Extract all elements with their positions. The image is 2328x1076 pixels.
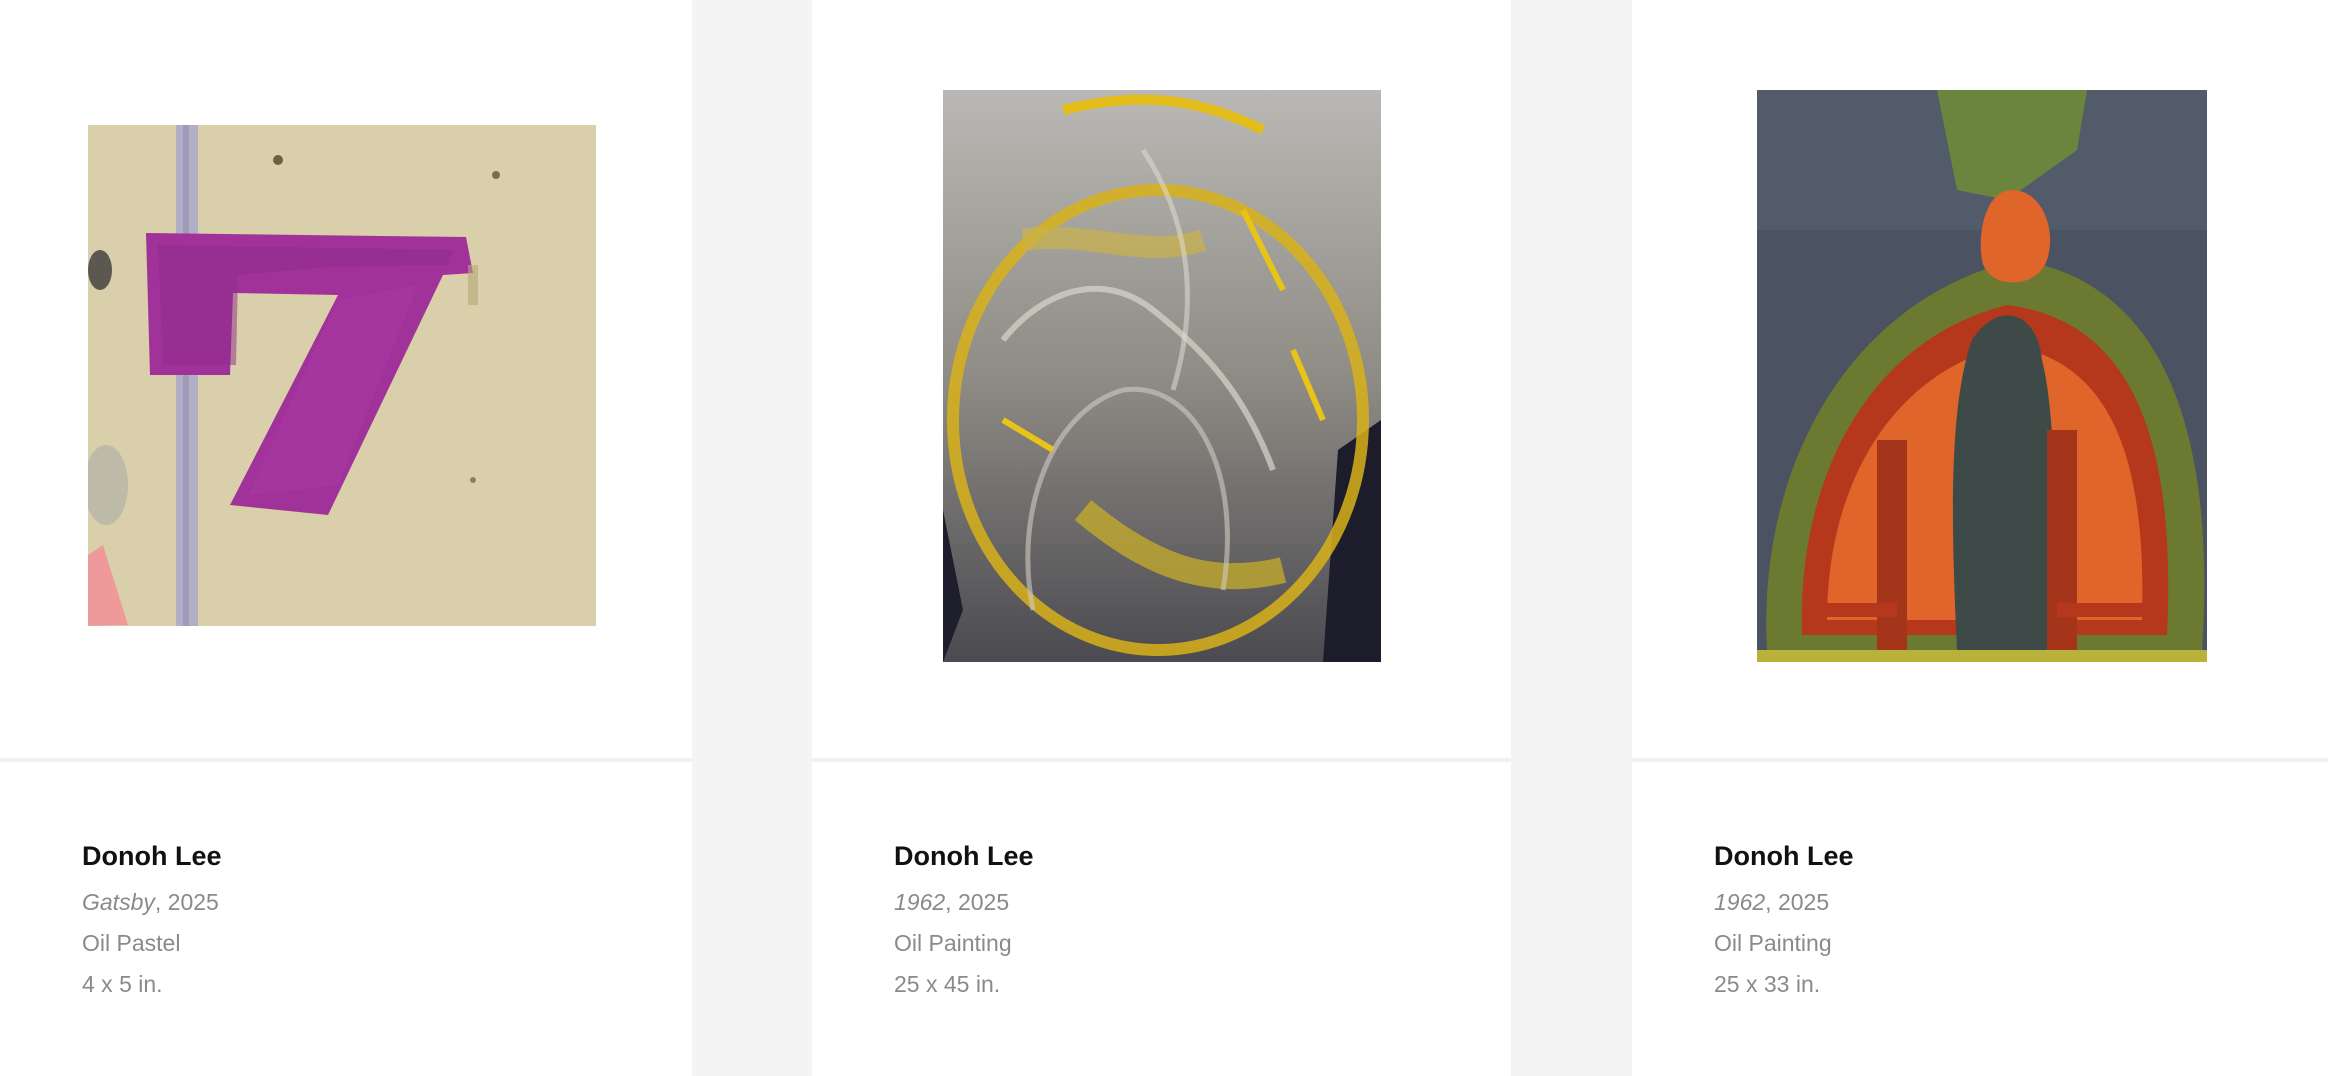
artwork-year: , 2025 — [1765, 889, 1830, 915]
artwork-dimensions: 25 x 45 in. — [894, 971, 1001, 997]
artwork-dimensions: 25 x 33 in. — [1714, 971, 1821, 997]
artwork-image[interactable] — [1757, 90, 2207, 662]
artwork-caption: Donoh Lee 1962, 2025 Oil Painting 25 x 4… — [894, 838, 1034, 1005]
artwork-card[interactable]: Donoh Lee 1962, 2025 Oil Painting 25 x 3… — [1632, 0, 2328, 1076]
artist-name[interactable]: Donoh Lee — [82, 838, 222, 874]
artwork-caption: Donoh Lee Gatsby, 2025 Oil Pastel 4 x 5 … — [82, 838, 222, 1005]
artwork-image-area[interactable] — [1632, 0, 2328, 762]
artwork-medium: Oil Painting — [894, 930, 1012, 956]
artist-name[interactable]: Donoh Lee — [1714, 838, 1854, 874]
artwork-year: , 2025 — [945, 889, 1010, 915]
artwork-card[interactable]: Donoh Lee Gatsby, 2025 Oil Pastel 4 x 5 … — [0, 0, 692, 1076]
artwork-title-year: 1962, 2025 — [894, 882, 1034, 923]
artwork-title: 1962 — [1714, 889, 1766, 915]
artwork-image[interactable] — [943, 90, 1381, 662]
artwork-caption: Donoh Lee 1962, 2025 Oil Painting 25 x 3… — [1714, 838, 1854, 1005]
artwork-image-graphic — [1757, 90, 2207, 662]
artwork-image[interactable] — [88, 125, 596, 626]
artwork-medium: Oil Painting — [1714, 930, 1832, 956]
artwork-title-year: Gatsby, 2025 — [82, 882, 222, 923]
artwork-image-area[interactable] — [0, 0, 692, 762]
artwork-title: Gatsby — [82, 889, 155, 915]
artwork-dimensions: 4 x 5 in. — [82, 971, 163, 997]
artwork-image-graphic — [88, 125, 596, 626]
artwork-title-year: 1962, 2025 — [1714, 882, 1854, 923]
artwork-image-area[interactable] — [812, 0, 1511, 762]
artist-name[interactable]: Donoh Lee — [894, 838, 1034, 874]
artwork-medium: Oil Pastel — [82, 930, 181, 956]
artwork-title: 1962 — [894, 889, 946, 915]
artwork-image-graphic — [943, 90, 1381, 662]
artwork-card[interactable]: Donoh Lee 1962, 2025 Oil Painting 25 x 4… — [812, 0, 1511, 1076]
artwork-year: , 2025 — [154, 889, 219, 915]
